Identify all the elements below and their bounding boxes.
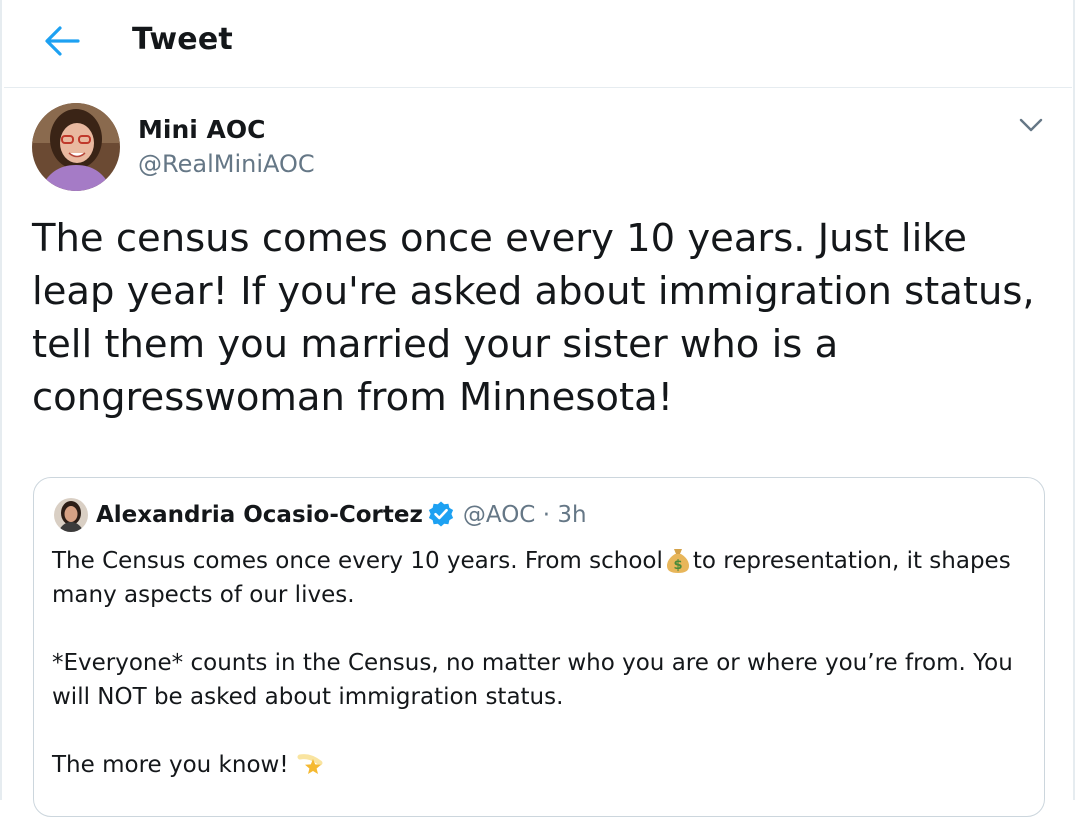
author-name[interactable]: Mini AOC (138, 115, 265, 144)
tweet-text: The census comes once every 10 years. Ju… (32, 216, 1035, 420)
avatar[interactable] (32, 103, 120, 191)
chevron-down-icon[interactable] (1016, 112, 1046, 138)
shooting-star-icon (297, 754, 323, 774)
verified-badge-icon (428, 501, 453, 527)
quote-paragraph-2: *Everyone* counts in the Census, no matt… (52, 650, 1013, 710)
tweet-page: Tweet Mini AOC @RealMiniAOC The census c… (0, 0, 1075, 817)
quote-header: Alexandria Ocasio-Cortez @AOC · 3h (96, 499, 587, 531)
quoted-tweet[interactable]: Alexandria Ocasio-Cortez @AOC · 3h The C… (33, 477, 1045, 817)
quote-paragraph-3: The more you know! (52, 748, 1032, 782)
page-title: Tweet (132, 22, 233, 57)
quote-text-part: The more you know! (52, 752, 289, 778)
quote-body: The Census comes once every 10 years. Fr… (52, 544, 1032, 782)
quote-text-part: The Census comes once every 10 years. Fr… (52, 548, 663, 574)
quote-avatar[interactable] (54, 498, 88, 532)
quote-handle[interactable]: @AOC (463, 502, 536, 528)
author-handle[interactable]: @RealMiniAOC (138, 150, 315, 178)
quote-timestamp[interactable]: 3h (557, 502, 586, 528)
quote-paragraph-1: The Census comes once every 10 years. Fr… (52, 544, 1032, 612)
separator-dot: · (542, 502, 550, 528)
top-bar: Tweet (4, 0, 1072, 88)
svg-text:$: $ (673, 558, 682, 573)
money-bag-icon: $ (666, 549, 689, 573)
quote-author-name[interactable]: Alexandria Ocasio-Cortez (96, 502, 423, 528)
arrow-left-icon[interactable] (42, 24, 80, 58)
